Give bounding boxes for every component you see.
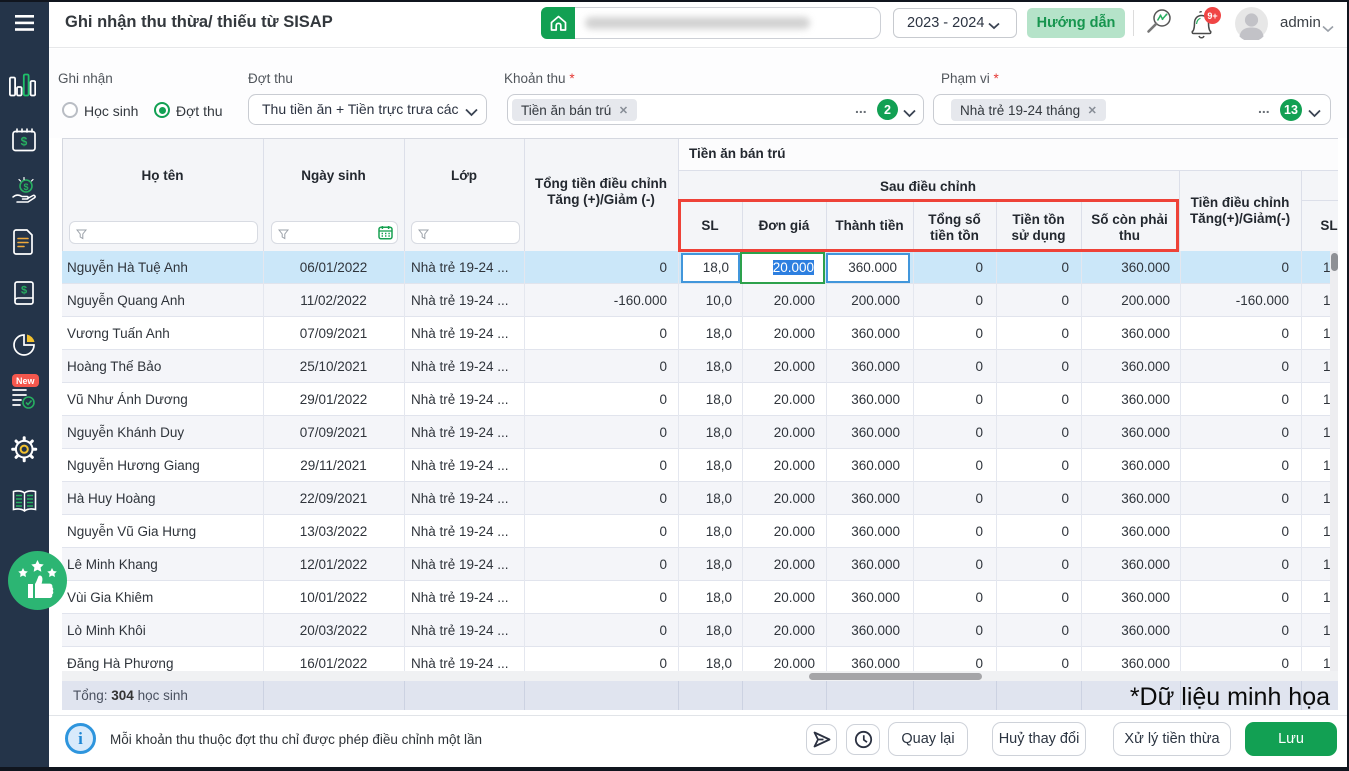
- svg-text:$: $: [21, 285, 27, 297]
- svg-text:$: $: [21, 135, 28, 149]
- svg-text:$: $: [23, 182, 28, 192]
